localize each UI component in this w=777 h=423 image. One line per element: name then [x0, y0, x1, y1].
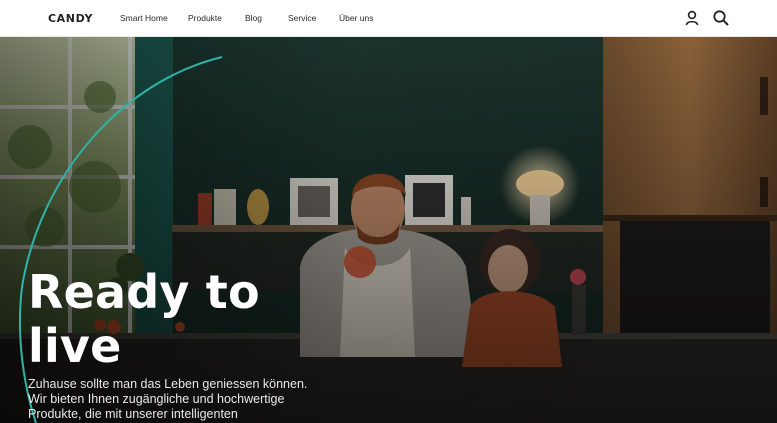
nav-item-produkte[interactable]: Produkte: [188, 13, 222, 23]
search-icon[interactable]: [712, 9, 730, 27]
nav-item-service[interactable]: Service: [288, 13, 316, 23]
hero-text-line-3: Produkte, die mit unserer intelligenten: [28, 407, 238, 421]
nav-item-blog[interactable]: Blog: [245, 13, 262, 23]
hero-description: Zuhause sollte man das Leben geniessen k…: [28, 377, 318, 422]
nav-item-smart-home[interactable]: Smart Home: [120, 13, 168, 23]
hero-banner: Ready to live Zuhause sollte man das Leb…: [0, 37, 777, 423]
nav-item-ueber-uns[interactable]: Über uns: [339, 13, 374, 23]
main-nav: Smart Home Produkte Blog Service Über un…: [0, 0, 777, 37]
user-icon[interactable]: [683, 9, 701, 27]
hero-text-line-1: Zuhause sollte man das Leben geniessen k…: [28, 377, 308, 391]
top-header: CANDY Smart Home Produkte Blog Service Ü…: [0, 0, 777, 37]
hero-title-line-1: Ready to: [28, 265, 260, 319]
hero-title-line-2: live: [28, 319, 122, 373]
hero-title: Ready to live: [28, 265, 260, 373]
hero-text-line-2: Wir bieten Ihnen zugängliche und hochwer…: [28, 392, 285, 406]
